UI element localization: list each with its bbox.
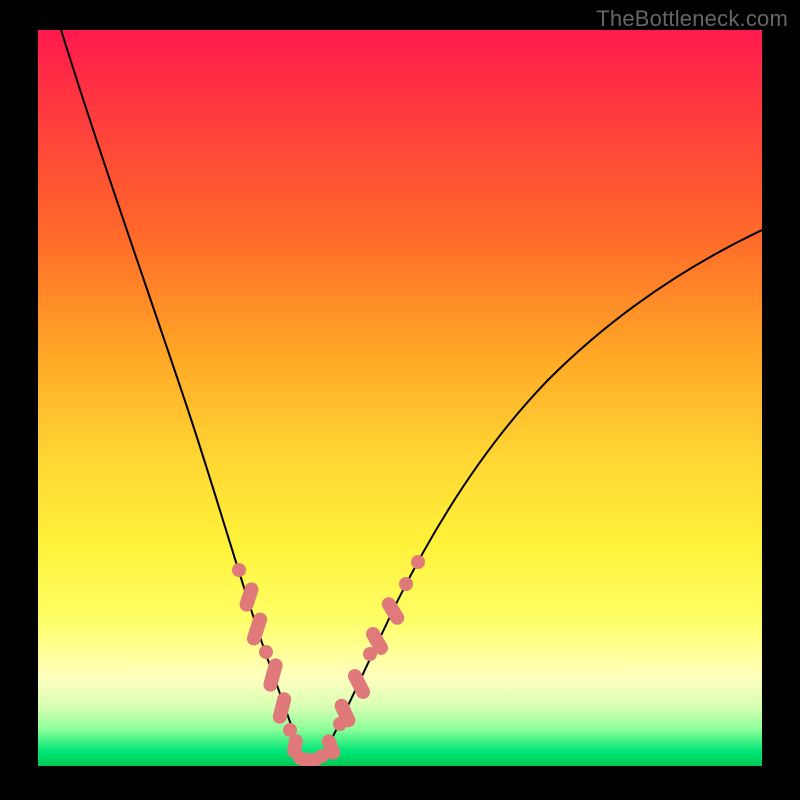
valley-markers (293, 749, 329, 766)
bottleneck-curve-svg (38, 30, 762, 766)
chart-stage: TheBottleneck.com (0, 0, 800, 800)
plot-area (38, 30, 762, 766)
bottleneck-curve-path (58, 30, 762, 762)
watermark-text: TheBottleneck.com (596, 6, 788, 32)
